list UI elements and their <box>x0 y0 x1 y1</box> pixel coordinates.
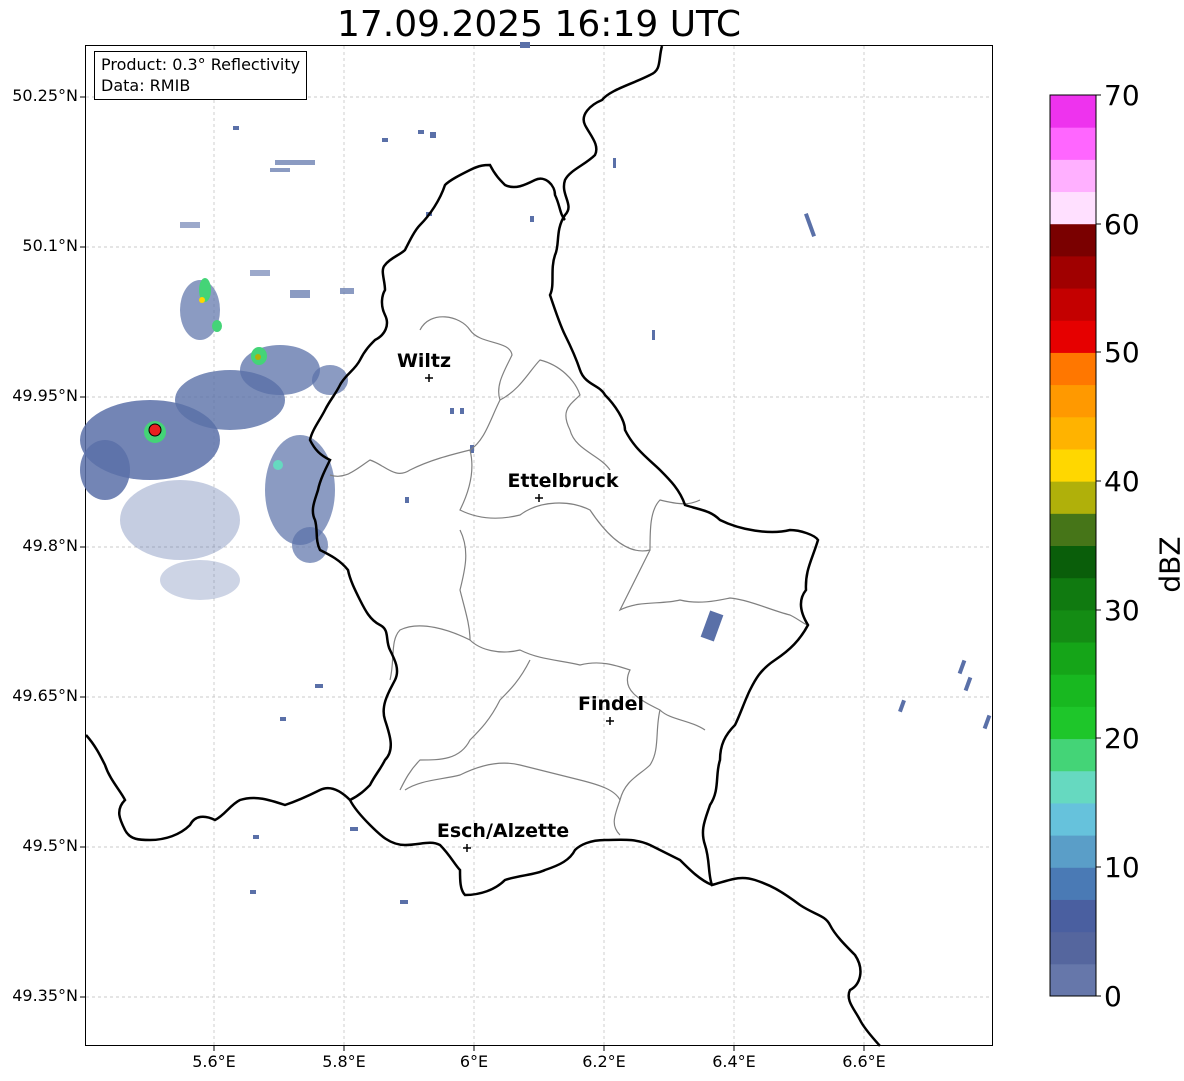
colorbar-segment <box>1050 738 1096 772</box>
colorbar-segment <box>1050 95 1096 128</box>
lon-tick-label: 6.6°E <box>842 1052 886 1071</box>
colorbar-tick-label: 60 <box>1104 208 1140 241</box>
colorbar-segment <box>1050 642 1096 675</box>
colorbar-segment <box>1050 481 1096 514</box>
colorbar-tick-label: 50 <box>1104 336 1140 369</box>
lat-tick-label: 49.65°N <box>12 686 78 705</box>
lat-tick-label: 50.25°N <box>12 86 78 105</box>
lon-tick-label: 6.4°E <box>712 1052 756 1071</box>
colorbar-segment <box>1050 159 1096 193</box>
lat-tick-label: 49.8°N <box>22 536 78 555</box>
colorbar-tick-label: 30 <box>1104 594 1140 627</box>
colorbar-segment <box>1050 416 1096 450</box>
colorbar-segment <box>1050 770 1096 804</box>
colorbar-segment <box>1050 191 1096 225</box>
product-info-box: Product: 0.3° Reflectivity Data: RMIB <box>94 51 308 100</box>
city-label-wiltz: Wiltz <box>396 350 452 372</box>
lon-tick-label: 5.8°E <box>322 1052 366 1071</box>
colorbar <box>1049 94 1097 997</box>
colorbar-unit-label: dBZ <box>1153 536 1184 593</box>
lat-tick-label: 49.95°N <box>12 386 78 405</box>
colorbar-segment <box>1050 255 1096 289</box>
colorbar-segment <box>1050 513 1096 546</box>
colorbar-tick-label: 0 <box>1104 980 1122 1013</box>
colorbar-segment <box>1050 127 1096 160</box>
colorbar-tick-label: 10 <box>1104 851 1140 884</box>
city-label-ettelbruck: Ettelbruck <box>507 470 619 492</box>
colorbar-tick-label: 20 <box>1104 722 1140 755</box>
colorbar-segment <box>1050 706 1096 740</box>
colorbar-segment <box>1050 609 1096 643</box>
colorbar-segment <box>1050 223 1096 257</box>
colorbar-segment <box>1050 577 1096 611</box>
lat-tick-label: 49.35°N <box>12 986 78 1005</box>
colorbar-segment <box>1050 963 1096 997</box>
colorbar-ticks <box>1096 94 1101 997</box>
lat-tick-label: 50.1°N <box>22 236 78 255</box>
city-label-esch-alzette: Esch/Alzette <box>436 820 570 842</box>
colorbar-segment <box>1050 288 1096 321</box>
colorbar-segment <box>1050 384 1096 418</box>
product-label: Product: 0.3° Reflectivity <box>101 55 301 74</box>
lon-tick-label: 6.2°E <box>582 1052 626 1071</box>
lon-tick-label: 6°E <box>459 1052 489 1071</box>
colorbar-tick-label: 40 <box>1104 465 1140 498</box>
map-canvas <box>80 42 1101 1051</box>
colorbar-segment <box>1050 802 1096 836</box>
colorbar-segment <box>1050 899 1096 933</box>
colorbar-segment <box>1050 320 1096 353</box>
colorbar-segment <box>1050 545 1096 579</box>
colorbar-segment <box>1050 352 1096 386</box>
data-source-label: Data: RMIB <box>101 76 191 95</box>
colorbar-segment <box>1050 867 1096 900</box>
lon-tick-label: 5.6°E <box>192 1052 236 1071</box>
colorbar-tick-label: 70 <box>1104 79 1140 112</box>
city-label-findel: Findel <box>577 693 645 715</box>
radar-site-marker <box>148 423 162 437</box>
colorbar-segment <box>1050 931 1096 965</box>
colorbar-segment <box>1050 674 1096 707</box>
colorbar-segment <box>1050 835 1096 868</box>
lat-tick-label: 49.5°N <box>22 836 78 855</box>
colorbar-segment <box>1050 448 1096 482</box>
